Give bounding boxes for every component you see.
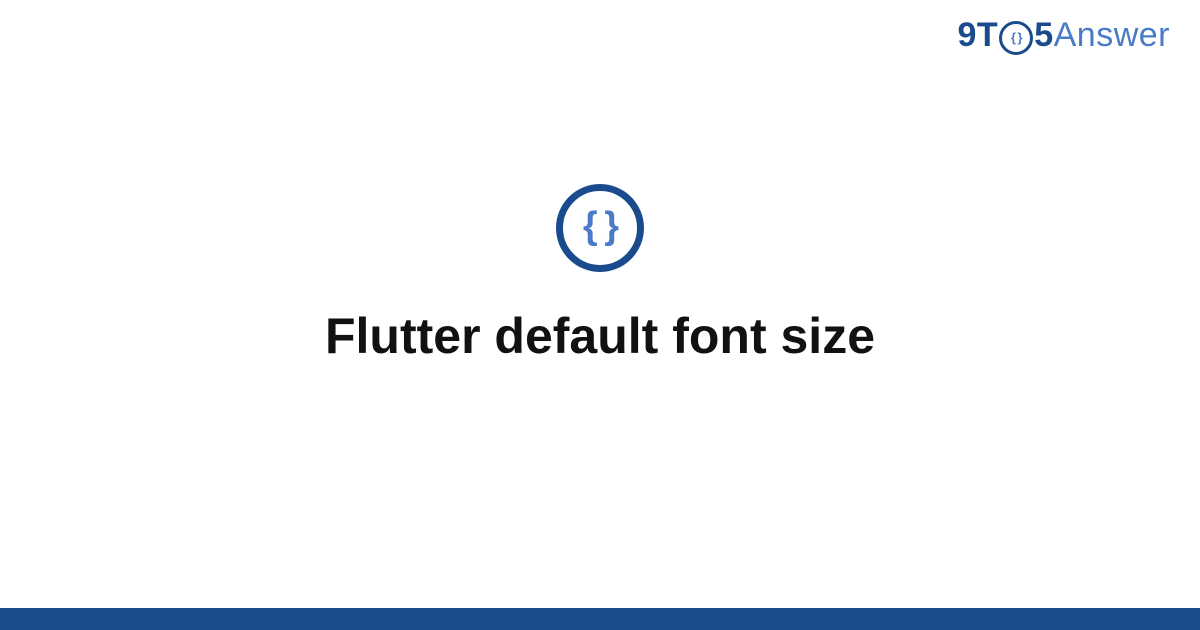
main-content: { } Flutter default font size [0, 0, 1200, 590]
page-title: Flutter default font size [325, 306, 875, 366]
footer-accent-bar [0, 608, 1200, 630]
category-braces-icon: { } [556, 184, 644, 272]
braces-icon: { } [583, 207, 617, 245]
